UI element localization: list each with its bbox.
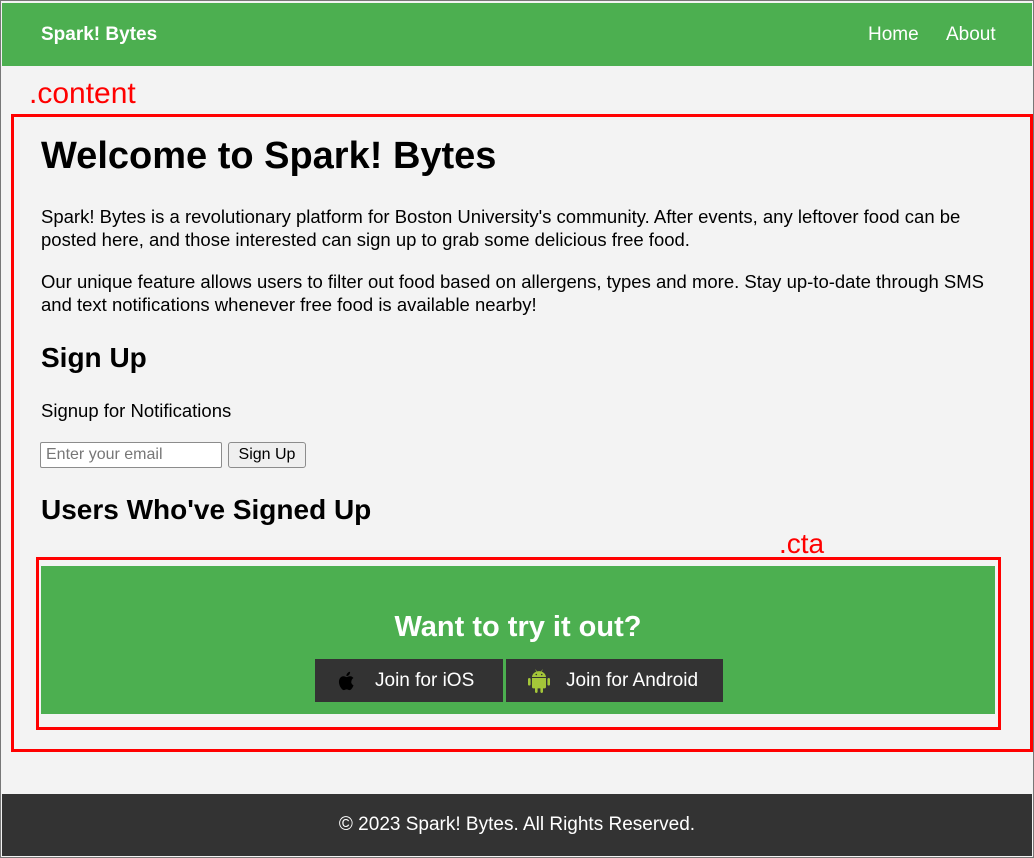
signup-heading: Sign Up (41, 342, 147, 373)
cta-title: Want to try it out? (394, 611, 642, 643)
footer-copyright: © 2023 Spark! Bytes. All Rights Reserved… (338, 814, 696, 835)
nav-home-link[interactable]: Home (868, 24, 919, 46)
users-heading: Users Who've Signed Up (41, 494, 372, 525)
cta-annotation-label: .cta (779, 528, 825, 559)
brand-logo-text[interactable]: Spark! Bytes (41, 24, 157, 46)
content-annotation-label: .content (29, 77, 136, 110)
join-android-button[interactable]: Join for Android (506, 659, 723, 702)
features-paragraph: Our unique feature allows users to filte… (41, 271, 985, 315)
email-input[interactable] (40, 442, 222, 468)
signup-button[interactable]: Sign Up (228, 442, 306, 468)
page-title: Welcome to Spark! Bytes (41, 135, 497, 177)
apple-icon (338, 671, 354, 691)
navbar: Spark! Bytes Home About (2, 3, 1032, 66)
intro-paragraph: Spark! Bytes is a revolutionary platform… (41, 206, 961, 250)
cta-section: Want to try it out? Join for iOS Join fo… (41, 566, 995, 714)
footer: © 2023 Spark! Bytes. All Rights Reserved… (2, 794, 1032, 856)
join-android-label: Join for Android (566, 670, 699, 691)
android-icon (528, 669, 550, 693)
join-ios-label: Join for iOS (375, 670, 475, 691)
join-ios-button[interactable]: Join for iOS (315, 659, 503, 702)
nav-about-link[interactable]: About (946, 24, 996, 46)
signup-subtitle: Signup for Notifications (41, 400, 232, 421)
